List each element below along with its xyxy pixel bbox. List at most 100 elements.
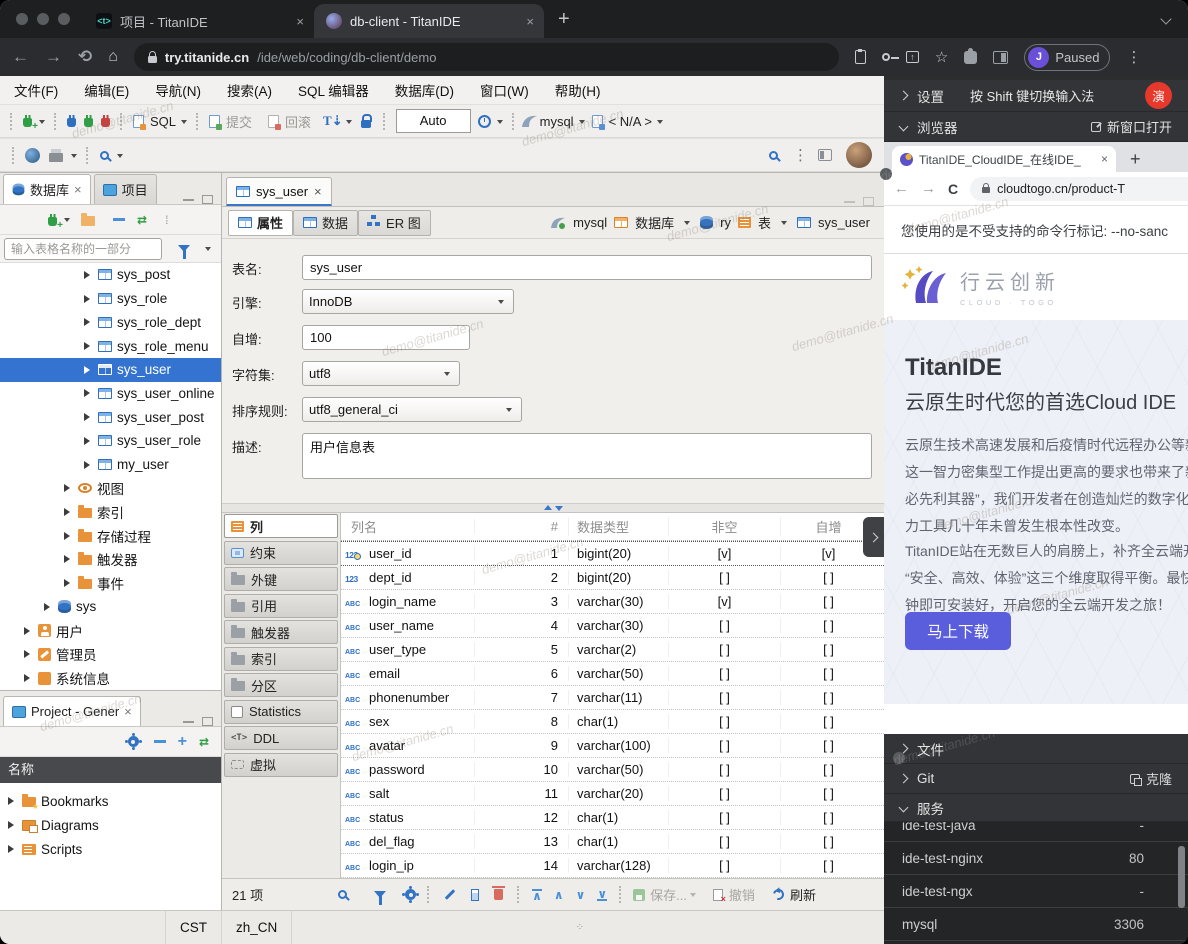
expand-arrow-icon[interactable] (64, 579, 74, 587)
splitter[interactable] (222, 503, 884, 513)
tab-er-diagram[interactable]: ER 图 (358, 210, 431, 236)
side-panel-icon[interactable] (993, 51, 1008, 64)
settings-section[interactable]: 设置 按 Shift 键切换输入法 演 (884, 80, 1188, 112)
expand-arrow-icon[interactable] (8, 845, 18, 853)
expand-arrow-icon[interactable] (84, 342, 94, 350)
password-key-icon[interactable] (882, 53, 890, 61)
commit-button[interactable]: 提交 (226, 112, 252, 131)
new-tab-button[interactable]: + (558, 8, 570, 31)
section-tab-触发器[interactable]: 触发器 (224, 620, 338, 644)
tree-item-管理员[interactable]: 管理员 (0, 643, 221, 667)
save-icon[interactable] (633, 889, 645, 901)
tab-search-chevron-icon[interactable] (1160, 13, 1171, 24)
chevron-down-icon[interactable] (71, 154, 77, 161)
undo-button[interactable]: 撤销 (729, 885, 755, 904)
clipboard-icon[interactable] (855, 50, 866, 64)
reconnect-icon[interactable] (84, 118, 93, 127)
service-row-mysql[interactable]: mysql3306 (884, 908, 1188, 941)
tree-item-sys[interactable]: sys (0, 595, 221, 619)
tree-item-sys_role[interactable]: sys_role (0, 287, 221, 311)
tree-item-事件[interactable]: 事件 (0, 571, 221, 595)
table-row[interactable]: ABClogin_name3varchar(30)[v][ ] (341, 590, 884, 614)
service-row-ide-test-ngx[interactable]: ide-test-ngx- (884, 875, 1188, 908)
table-row[interactable]: ABCemail6varchar(50)[ ][ ] (341, 662, 884, 686)
chevron-down-icon[interactable] (346, 120, 352, 127)
save-button[interactable]: 保存... (650, 885, 687, 904)
table-row[interactable]: ABCpassword10varchar(50)[ ][ ] (341, 758, 884, 782)
collapse-all-icon[interactable] (113, 218, 125, 221)
home-icon[interactable]: ⌂ (108, 48, 118, 66)
new-tab-button[interactable]: + (1130, 149, 1141, 170)
minimize-panel-icon[interactable] (183, 720, 194, 723)
expand-arrow-icon[interactable] (84, 271, 94, 279)
chevron-down-icon[interactable] (39, 120, 45, 127)
expand-arrow-icon[interactable] (44, 603, 54, 611)
table-row[interactable]: ABCsalt11varchar(20)[ ][ ] (341, 782, 884, 806)
section-tab-约束[interactable]: 约束 (224, 541, 338, 565)
expand-arrow-icon[interactable] (64, 484, 74, 492)
tree-item-触发器[interactable]: 触发器 (0, 548, 221, 572)
minimize-window-button[interactable] (37, 13, 49, 25)
connection-selector[interactable]: mysql (540, 114, 574, 129)
maximize-window-button[interactable] (58, 13, 70, 25)
tab-database[interactable]: 数据库 × (3, 174, 91, 204)
install-icon[interactable]: ↑ (906, 51, 919, 63)
expand-arrow-icon[interactable] (64, 555, 74, 563)
schema-selector[interactable]: < N/A > (609, 114, 652, 129)
expand-arrow-icon[interactable] (84, 366, 94, 374)
tab-project[interactable]: 项目 (94, 174, 157, 204)
engine-select[interactable]: InnoDB (302, 289, 514, 314)
maximize-editor-icon[interactable] (863, 197, 874, 206)
lock-icon[interactable] (148, 56, 157, 63)
commit-icon[interactable] (209, 115, 220, 128)
new-folder-icon[interactable] (81, 216, 95, 226)
table-row[interactable]: ABClogin_ip14varchar(128)[ ][ ] (341, 854, 884, 878)
bookmark-star-icon[interactable]: ☆ (935, 48, 948, 66)
forward-icon[interactable]: → (45, 47, 62, 67)
expand-arrow-icon[interactable] (24, 627, 34, 635)
search-icon[interactable] (338, 890, 347, 899)
table-row[interactable]: ABCphonenumber7varchar(11)[ ][ ] (341, 686, 884, 710)
connect-icon[interactable] (67, 118, 76, 127)
preview-tab[interactable]: TitanIDE_CloudIDE_在线IDE_ × (892, 146, 1116, 172)
editor-tab-sys-user[interactable]: sys_user × (226, 177, 332, 206)
user-avatar[interactable] (846, 142, 872, 168)
lock-transaction-icon[interactable] (361, 120, 371, 128)
chevron-down-icon[interactable] (64, 218, 70, 225)
profile-button[interactable]: J Paused (1024, 44, 1110, 71)
chevron-down-icon[interactable] (781, 221, 787, 228)
minimize-editor-icon[interactable] (844, 200, 855, 203)
tab-project-general[interactable]: Project - Gener × (3, 696, 141, 726)
expand-panel-handle[interactable] (863, 517, 884, 557)
menu-item[interactable]: 搜索(A) (227, 80, 272, 100)
clone-button[interactable]: 克隆 (1130, 769, 1172, 788)
more-options-icon[interactable]: ⋮ (793, 146, 808, 164)
chevron-down-icon[interactable] (579, 120, 585, 127)
project-item-Scripts[interactable]: Scripts (0, 837, 221, 861)
edit-icon[interactable] (445, 889, 456, 900)
section-tab-分区[interactable]: 分区 (224, 673, 338, 697)
extensions-icon[interactable] (964, 51, 977, 64)
menu-item[interactable]: SQL 编辑器 (298, 80, 369, 100)
collapse-up-icon[interactable] (544, 501, 552, 510)
back-icon[interactable]: ← (12, 47, 29, 67)
section-tab-外键[interactable]: 外键 (224, 567, 338, 591)
preview-address-bar[interactable]: cloudtogo.cn/product-T (970, 177, 1188, 201)
table-row[interactable]: 123dept_id2bigint(20)[ ][ ] (341, 566, 884, 590)
tree-item-sys_user_post[interactable]: sys_user_post (0, 405, 221, 429)
tree-item-sys_role_dept[interactable]: sys_role_dept (0, 310, 221, 334)
service-row-ide-test-java[interactable]: ide-test-java- (884, 822, 1188, 842)
files-section[interactable]: 文件 (884, 734, 1188, 764)
breadcrumb-table[interactable]: sys_user (818, 215, 870, 230)
expand-arrow-icon[interactable] (24, 674, 34, 682)
close-tab-icon[interactable]: × (74, 182, 82, 197)
section-tab-列[interactable]: 列 (224, 514, 338, 538)
browser-tab-db-client[interactable]: db-client - TitanIDE × (314, 4, 544, 38)
menu-item[interactable]: 窗口(W) (480, 80, 529, 100)
charset-select[interactable]: utf8 (302, 361, 460, 386)
sql-editor-icon[interactable] (133, 115, 144, 128)
move-down-icon[interactable]: ∨ (576, 888, 586, 902)
reload-icon[interactable]: ⟲ (78, 47, 92, 67)
header-column-name[interactable]: 列名 (341, 517, 474, 536)
section-tab-虚拟[interactable]: 虚拟 (224, 753, 338, 777)
